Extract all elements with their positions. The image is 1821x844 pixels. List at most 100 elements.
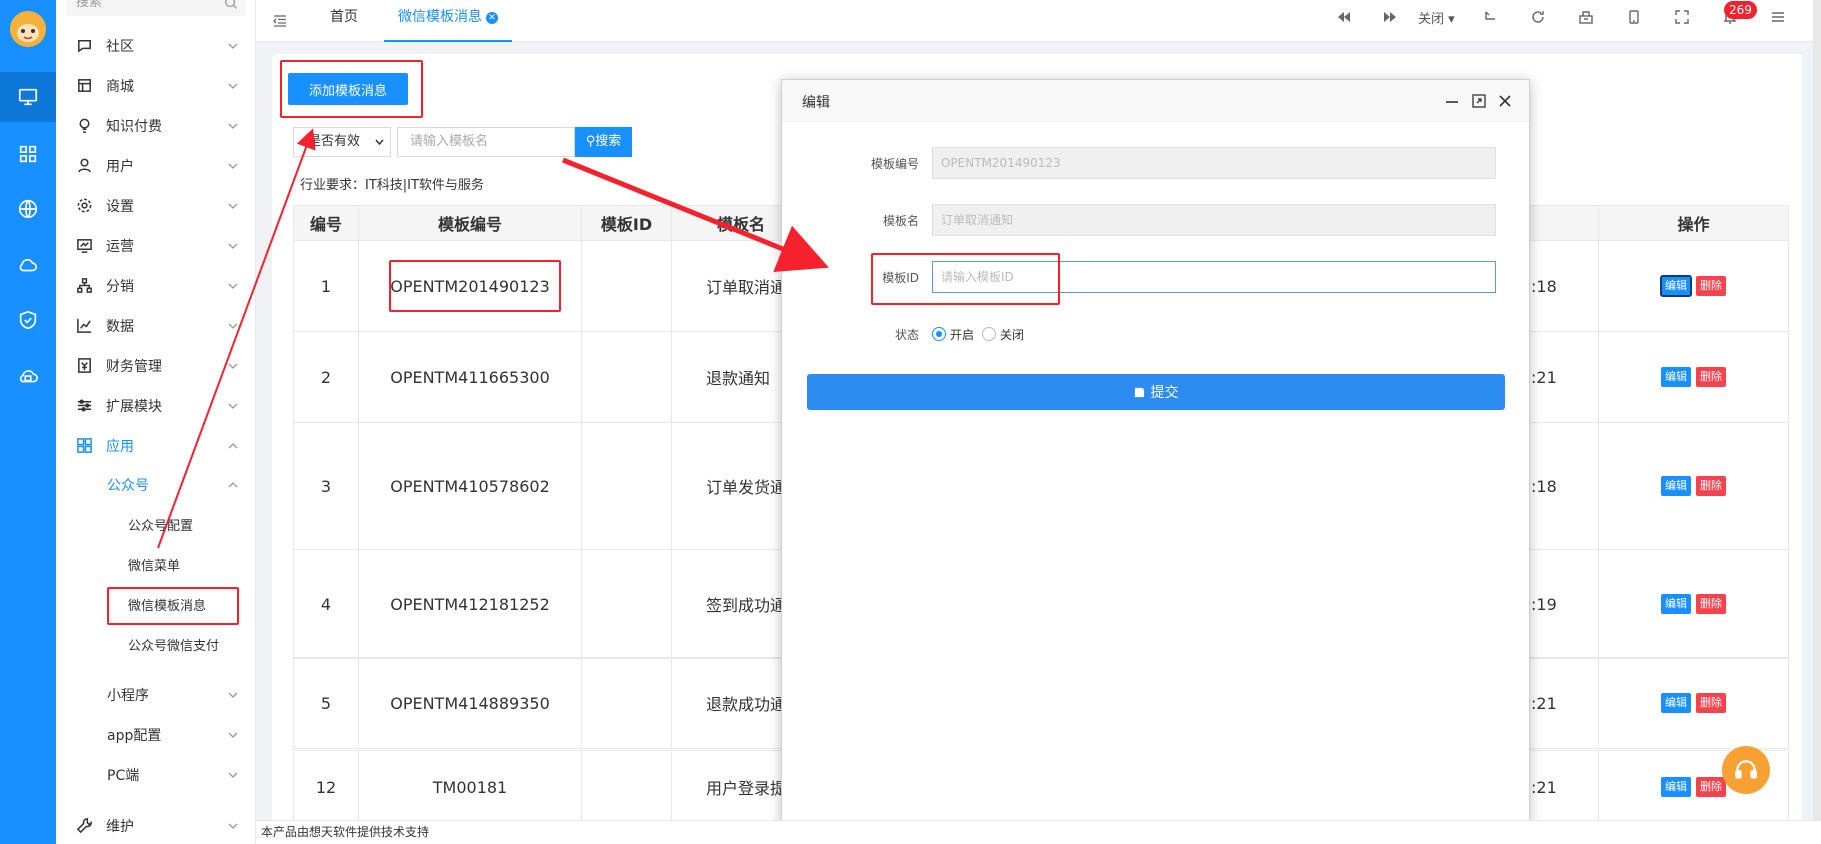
menu-item-data[interactable]: 数据 (56, 306, 256, 346)
chevron-down-icon (228, 362, 238, 370)
tab-next-icon[interactable] (1382, 9, 1398, 25)
close-icon[interactable] (1497, 93, 1513, 109)
menu-sub2-gzh-config[interactable]: 公众号配置 (56, 504, 256, 544)
search-placeholder: 请输入模板名 (410, 134, 489, 149)
menu-sub-label: 小程序 (107, 688, 149, 704)
menu-item-operations[interactable]: 运营 (56, 226, 256, 266)
rail-cloud-icon[interactable] (17, 254, 39, 276)
menu-item-store[interactable]: 商城 (56, 66, 256, 106)
menu-item-users[interactable]: 用户 (56, 146, 256, 186)
close-tab-icon[interactable]: ✕ (486, 12, 498, 24)
cache-icon[interactable] (1578, 9, 1594, 25)
table-cell-id: 1 (293, 240, 359, 332)
menu-item-label: 知识付费 (106, 119, 162, 135)
menu-item-distribution[interactable]: 分销 (56, 266, 256, 306)
edit-button[interactable]: 编辑 (1661, 367, 1691, 387)
rail-shield-icon[interactable] (17, 309, 39, 331)
table-cell-time: :21 (1528, 657, 1599, 749)
table-cell-code: OPENTM411665300 (358, 331, 582, 423)
annotation-box-code (389, 260, 561, 312)
line-chart-icon (76, 317, 93, 334)
tab-home[interactable]: 首页 (330, 0, 358, 42)
cell-text: 5 (320, 693, 332, 713)
field-label: 模板编号 (870, 157, 919, 171)
rail-cloud-server-icon[interactable] (17, 366, 39, 388)
delete-button[interactable]: 删除 (1696, 594, 1726, 614)
refresh-icon[interactable] (1530, 9, 1546, 25)
rail-desktop-icon[interactable] (0, 72, 56, 122)
search-icon[interactable] (224, 0, 238, 10)
delete-button[interactable]: 删除 (1696, 476, 1726, 496)
edit-button[interactable]: 编辑 (1661, 594, 1691, 614)
table-cell-tid (581, 240, 672, 332)
table-cell-act: 编辑 删除 (1598, 657, 1789, 749)
chevron-down-icon (228, 771, 238, 779)
notification-badge: 269 (1724, 1, 1757, 19)
edit-button[interactable]: 编辑 (1661, 777, 1691, 797)
edit-button[interactable]: 编辑 (1661, 693, 1691, 713)
tab-prev-icon[interactable] (1336, 9, 1352, 25)
submit-button[interactable]: 提交 (807, 374, 1505, 410)
customer-service-button[interactable] (1722, 746, 1770, 794)
rail-globe-icon[interactable] (17, 198, 39, 220)
status-off-radio[interactable] (982, 327, 996, 341)
tab-template-msg[interactable]: 微信模板消息 ✕ (384, 0, 512, 42)
status-select-value: 是否有效 (308, 134, 361, 149)
cell-text: OPENTM411665300 (390, 367, 550, 387)
sidebar-menu: 搜索 社区 商城 知识付费 用户 设置 运营 分销 数据 财务管理 扩展模块 应… (56, 0, 256, 844)
menu-item-finance[interactable]: 财务管理 (56, 346, 256, 386)
edit-button[interactable]: 编辑 (1660, 275, 1692, 297)
menu-item-extensions[interactable]: 扩展模块 (56, 386, 256, 426)
delete-button[interactable]: 删除 (1696, 367, 1726, 387)
status-on-radio[interactable] (932, 327, 946, 341)
mobile-icon[interactable] (1626, 9, 1642, 25)
menu-sub2-label: 公众号微信支付 (128, 638, 220, 654)
logo-avatar[interactable] (10, 11, 46, 47)
menu-icon[interactable] (1770, 9, 1786, 25)
maximize-icon[interactable] (1471, 93, 1487, 109)
fold-menu-icon[interactable] (272, 13, 288, 29)
template-name-search-input[interactable]: 请输入模板名 (397, 127, 575, 157)
menu-sub-gzh[interactable]: 公众号 (56, 465, 256, 505)
icon-rail (0, 0, 56, 844)
menu-sub2-gzh-pay[interactable]: 公众号微信支付 (56, 624, 256, 664)
menu-item-label: 维护 (106, 819, 134, 835)
edit-button[interactable]: 编辑 (1661, 476, 1691, 496)
template-name-input[interactable]: 订单取消通知 (932, 204, 1496, 236)
menu-item-label: 用户 (106, 159, 134, 175)
menu-sub-pc[interactable]: PC端 (56, 755, 256, 795)
menu-sub-label: app配置 (107, 728, 162, 744)
back-icon[interactable] (1482, 9, 1498, 25)
menu-item-community[interactable]: 社区 (56, 26, 256, 66)
menu-search-input[interactable]: 搜索 (66, 0, 246, 16)
menu-item-apps[interactable]: 应用 (56, 426, 256, 466)
fullscreen-icon[interactable] (1674, 9, 1690, 25)
field-label: 状态 (894, 328, 919, 342)
search-button[interactable]: ⚲搜索 (575, 127, 632, 157)
table-cell-id: 4 (293, 549, 359, 659)
close-tabs-dropdown[interactable]: 关闭 ▾ (1418, 8, 1455, 27)
rail-grid-icon[interactable] (17, 143, 39, 165)
footer-text: 本产品由想天软件提供技术支持 (261, 825, 430, 839)
tab-label: 首页 (330, 9, 358, 25)
menu-item-knowledge[interactable]: 知识付费 (56, 106, 256, 146)
bulb-icon (76, 117, 93, 134)
delete-button[interactable]: 删除 (1696, 693, 1726, 713)
delete-button[interactable]: 删除 (1696, 276, 1726, 296)
menu-item-label: 分销 (106, 279, 134, 295)
template-code-input[interactable]: OPENTM201490123 (932, 147, 1496, 179)
menu-sub2-label: 微信菜单 (128, 558, 181, 574)
menu-sub-miniprogram[interactable]: 小程序 (56, 675, 256, 715)
status-select[interactable]: 是否有效 (293, 127, 391, 157)
menu-item-maintain[interactable]: 维护 (56, 806, 256, 844)
minimize-icon[interactable] (1444, 93, 1460, 109)
delete-button[interactable]: 删除 (1696, 777, 1726, 797)
right-scrollbar[interactable] (1813, 0, 1821, 844)
menu-item-label: 商城 (106, 79, 134, 95)
menu-item-settings[interactable]: 设置 (56, 186, 256, 226)
th-label: 模板ID (600, 215, 653, 234)
menu-sub-app-config[interactable]: app配置 (56, 715, 256, 755)
finance-icon (76, 357, 93, 374)
menu-sub2-wechat-menu[interactable]: 微信菜单 (56, 544, 256, 584)
cell-text: :18 (1531, 476, 1557, 496)
